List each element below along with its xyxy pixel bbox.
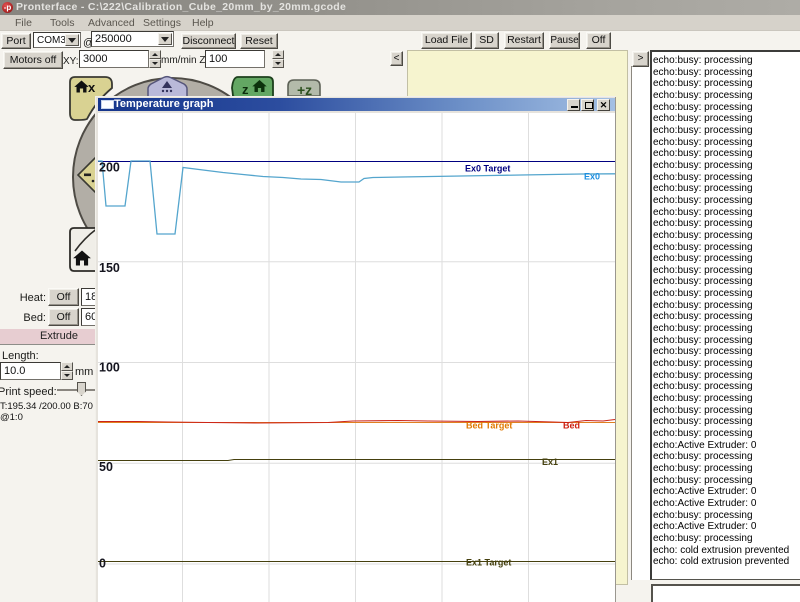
svg-text:z: z [242, 82, 249, 97]
svg-text:x: x [88, 80, 96, 95]
svg-text:150: 150 [99, 261, 120, 275]
svg-text:Ex0: Ex0 [584, 172, 600, 182]
svg-text:0: 0 [99, 557, 106, 571]
svg-text:Bed: Bed [563, 421, 580, 431]
svg-text:Bed Target: Bed Target [466, 421, 512, 431]
svg-text:Ex1 Target: Ex1 Target [466, 558, 511, 568]
svg-text:200: 200 [99, 161, 120, 175]
svg-text:50: 50 [99, 460, 113, 474]
svg-text:Ex1: Ex1 [542, 457, 558, 467]
svg-text:Ex0 Target: Ex0 Target [465, 164, 510, 174]
svg-text:100: 100 [99, 361, 120, 375]
